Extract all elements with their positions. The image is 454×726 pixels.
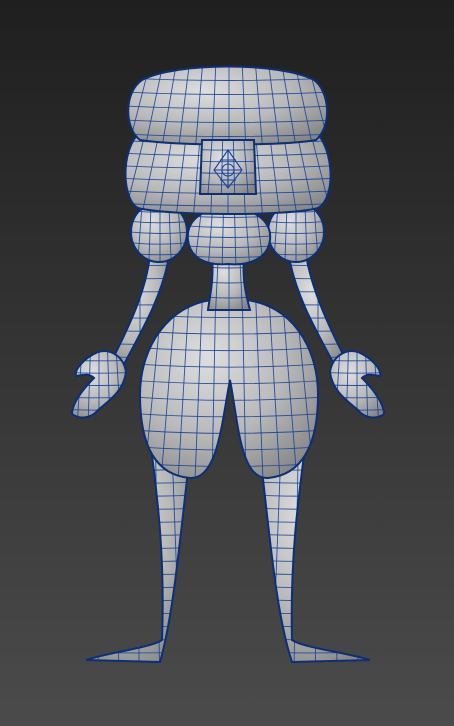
3d-viewport[interactable] [0, 0, 454, 726]
hair-top-mesh[interactable] [124, 64, 334, 148]
viewport-canvas[interactable] [0, 0, 454, 726]
